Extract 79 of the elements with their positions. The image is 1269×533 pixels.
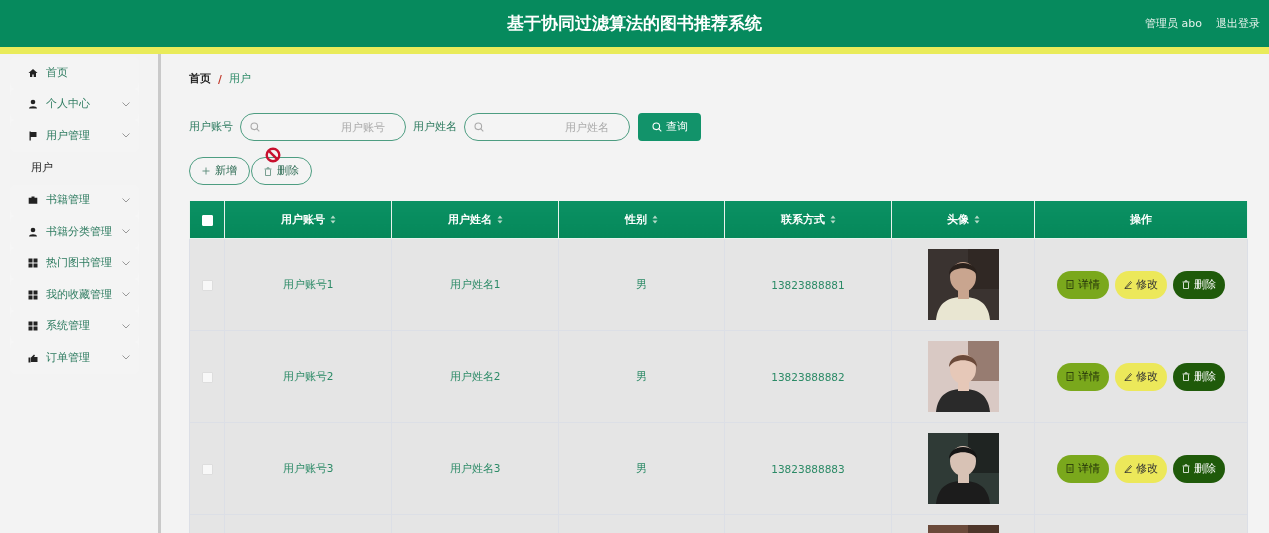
table-cell: 13823888881 [771, 278, 845, 291]
not-allowed-icon [265, 147, 281, 163]
plus-icon [202, 167, 210, 175]
checkbox[interactable] [201, 279, 213, 291]
checkbox[interactable] [201, 371, 213, 383]
pen-icon [1124, 280, 1132, 289]
briefcase-icon [28, 195, 38, 206]
chevron-down-icon [122, 229, 130, 235]
edit-button[interactable]: 修改 [1115, 270, 1167, 299]
column-header[interactable]: 用户账号 [280, 212, 325, 227]
trash-icon [1182, 464, 1190, 473]
home-icon [28, 67, 38, 78]
logout-link[interactable]: 退出登录 [1216, 16, 1260, 31]
table-cell: 13823888883 [771, 462, 845, 475]
grid-icon [28, 258, 38, 269]
sort-icon [496, 215, 503, 224]
edit-button[interactable]: 修改 [1115, 362, 1167, 391]
table-cell: 用户姓名3 [449, 461, 501, 474]
table-cell: 用户账号1 [282, 277, 334, 290]
field-label: 用户姓名 [413, 120, 457, 134]
document-icon [1066, 280, 1074, 289]
detail-button[interactable]: 详情 [1057, 454, 1109, 483]
chevron-down-icon [122, 260, 130, 266]
submenu-item[interactable]: 用户 [10, 151, 139, 182]
delete-button[interactable]: 删除 [1173, 454, 1225, 483]
chevron-down-icon [122, 323, 130, 329]
breadcrumb-item[interactable]: 用户 [228, 72, 251, 86]
search-field[interactable]: 用户账号 [240, 113, 406, 141]
sort-icon [973, 215, 980, 224]
chevron-down-icon [122, 355, 130, 361]
trash-icon [1182, 372, 1190, 381]
delete-button[interactable]: 删除 [1173, 362, 1225, 391]
flag-icon [28, 130, 38, 141]
delete-button[interactable]: 删除 [251, 157, 312, 185]
search-field[interactable]: 用户姓名 [464, 113, 630, 141]
column-header[interactable]: 联系方式 [780, 212, 825, 227]
hand-icon [28, 352, 38, 363]
detail-button[interactable]: 详情 [1057, 270, 1109, 299]
field-label: 用户账号 [189, 120, 233, 134]
search-icon [651, 122, 662, 132]
user-icon [28, 99, 38, 110]
table-cell: 男 [636, 369, 647, 382]
trash-icon [264, 166, 272, 176]
column-header[interactable]: 性别 [625, 212, 647, 227]
column-header[interactable]: 用户姓名 [447, 212, 492, 227]
chevron-down-icon [122, 101, 130, 107]
search-button[interactable]: 查询 [638, 113, 701, 141]
pen-icon [1124, 372, 1132, 381]
app-title: 基于协同过滤算法的图书推荐系统 [507, 13, 762, 33]
grid-icon [28, 289, 38, 300]
chevron-down-icon [122, 197, 130, 203]
chevron-down-icon [122, 133, 130, 139]
user-label: 管理员 abo [1145, 16, 1202, 31]
document-icon [1066, 464, 1074, 473]
table-cell: 男 [636, 277, 647, 290]
pen-icon [1124, 464, 1132, 473]
checkbox[interactable] [201, 463, 213, 475]
column-header[interactable]: 头像 [946, 212, 969, 227]
grid-icon [28, 321, 38, 332]
sort-icon [829, 215, 836, 224]
user-icon [28, 226, 38, 237]
document-icon [1066, 372, 1074, 381]
trash-icon [1182, 280, 1190, 289]
delete-button[interactable]: 删除 [1173, 270, 1225, 299]
edit-button[interactable]: 修改 [1115, 454, 1167, 483]
breadcrumb-separator: / [218, 73, 222, 85]
table-cell: 用户姓名1 [449, 277, 501, 290]
sort-icon [652, 215, 658, 224]
table-cell: 13823888882 [771, 370, 845, 383]
chevron-down-icon [122, 292, 130, 298]
table-cell: 用户姓名2 [449, 369, 501, 382]
breadcrumb-item[interactable]: 首页 [189, 72, 211, 86]
column-header: 操作 [1130, 212, 1152, 227]
table-cell: 用户账号3 [282, 461, 334, 474]
add-button[interactable]: 新增 [189, 157, 250, 185]
sort-icon [329, 215, 336, 224]
table-cell: 男 [636, 461, 647, 474]
detail-button[interactable]: 详情 [1057, 362, 1109, 391]
table-cell: 用户账号2 [282, 369, 334, 382]
